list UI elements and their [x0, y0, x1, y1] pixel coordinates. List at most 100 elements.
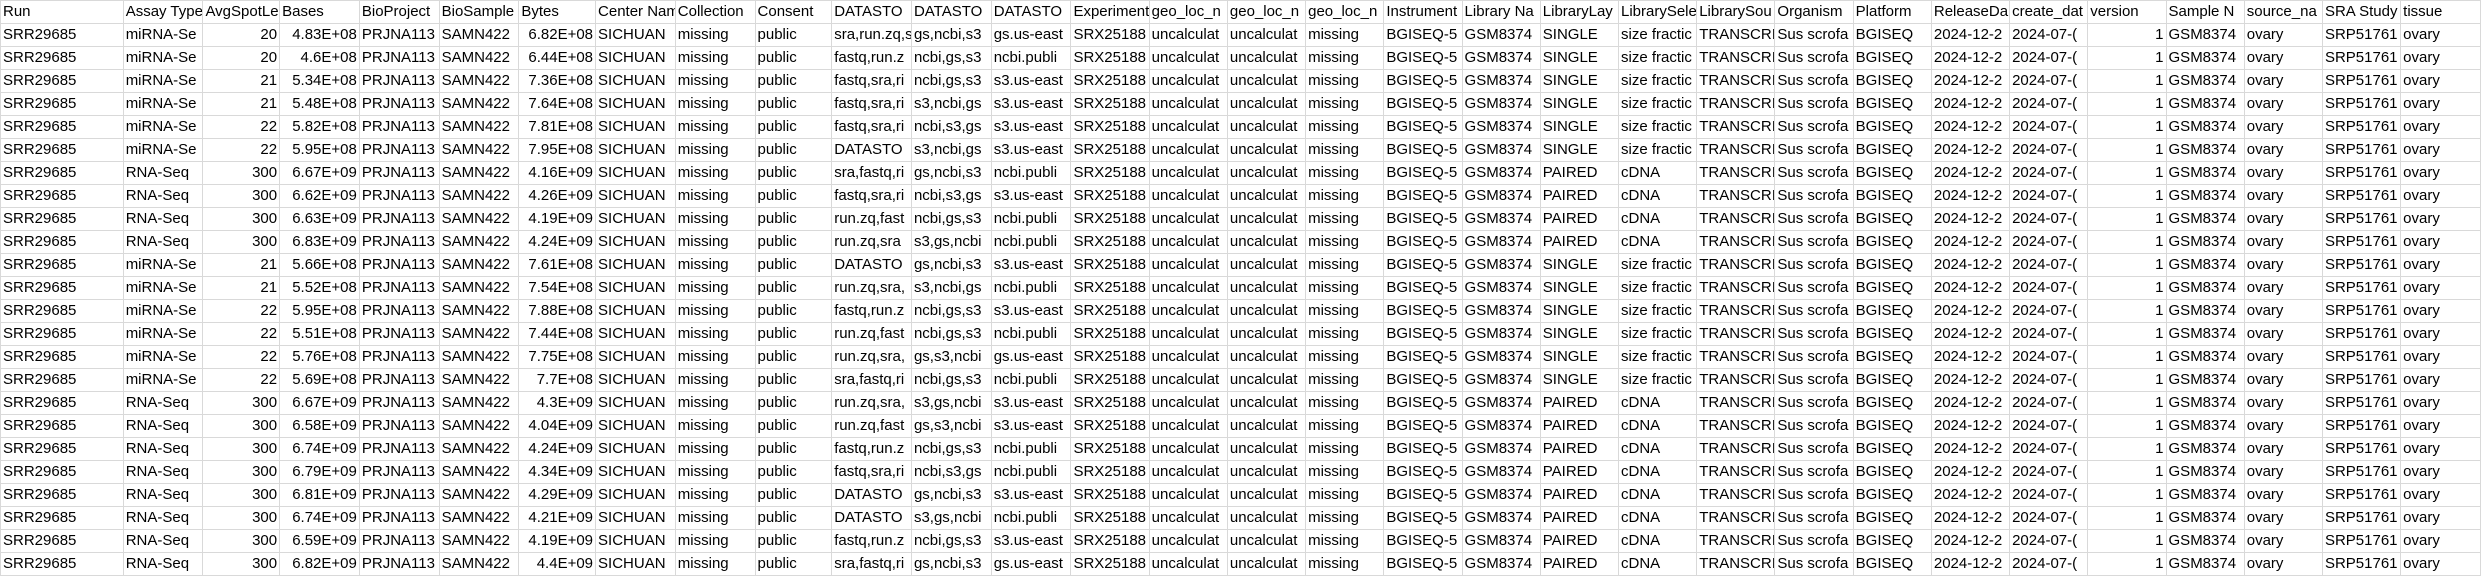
table-cell[interactable]: SICHUAN — [595, 529, 676, 553]
table-cell[interactable]: missing — [674, 23, 756, 47]
table-cell[interactable]: SICHUAN — [595, 506, 676, 530]
table-cell[interactable]: ncbi.publi — [990, 506, 1072, 530]
table-cell[interactable]: 2024-12-2 — [1930, 345, 2011, 369]
table-cell[interactable]: 2024-07-( — [2009, 161, 2089, 185]
table-cell[interactable]: DATASTO — [831, 506, 912, 530]
table-cell[interactable]: public — [754, 506, 833, 530]
table-cell[interactable]: SRX25188 — [1070, 115, 1150, 139]
table-cell[interactable]: s3.us-east — [990, 69, 1072, 93]
table-cell[interactable]: 1 — [2087, 23, 2167, 47]
table-cell[interactable]: 5.34E+08 — [279, 69, 360, 93]
table-cell[interactable]: 5.48E+08 — [279, 92, 360, 116]
table-cell[interactable]: missing — [674, 414, 756, 438]
table-cell[interactable]: 300 — [202, 414, 281, 438]
table-cell[interactable]: SRP51761 — [2321, 552, 2402, 576]
table-cell[interactable]: TRANSCRI — [1696, 69, 1776, 93]
table-cell[interactable]: BGISEQ — [1852, 414, 1932, 438]
table-cell[interactable]: missing — [1305, 161, 1385, 185]
table-cell[interactable]: BGISEQ-5 — [1383, 414, 1463, 438]
table-cell[interactable]: SRR29685 — [0, 161, 124, 185]
table-cell[interactable]: uncalculat — [1148, 437, 1228, 461]
table-cell[interactable]: uncalculat — [1226, 299, 1307, 323]
header-cell[interactable]: tissue — [2400, 0, 2481, 24]
table-cell[interactable]: PAIRED — [1539, 391, 1619, 415]
table-cell[interactable]: run.zq,fast — [831, 207, 912, 231]
table-cell[interactable]: Sus scrofa — [1774, 46, 1854, 70]
table-cell[interactable]: PRJNA113 — [358, 276, 440, 300]
table-cell[interactable]: SRP51761 — [2321, 92, 2402, 116]
table-cell[interactable]: BGISEQ — [1852, 483, 1932, 507]
table-cell[interactable]: missing — [674, 437, 756, 461]
table-cell[interactable]: missing — [674, 115, 756, 139]
table-cell[interactable]: 2024-12-2 — [1930, 437, 2011, 461]
table-cell[interactable]: 1 — [2087, 506, 2167, 530]
table-cell[interactable]: PRJNA113 — [358, 460, 440, 484]
table-cell[interactable]: 22 — [202, 115, 281, 139]
table-cell[interactable]: public — [754, 299, 833, 323]
table-cell[interactable]: PRJNA113 — [358, 161, 440, 185]
table-cell[interactable]: 1 — [2087, 460, 2167, 484]
table-cell[interactable]: SRR29685 — [0, 46, 124, 70]
table-cell[interactable]: PRJNA113 — [358, 529, 440, 553]
table-cell[interactable]: 4.19E+09 — [518, 529, 597, 553]
table-cell[interactable]: 21 — [202, 69, 281, 93]
table-cell[interactable]: size fractic — [1617, 115, 1698, 139]
table-cell[interactable]: SINGLE — [1539, 115, 1619, 139]
table-cell[interactable]: Sus scrofa — [1774, 552, 1854, 576]
table-cell[interactable]: GSM8374 — [2165, 506, 2245, 530]
table-cell[interactable]: GSM8374 — [2165, 230, 2245, 254]
table-cell[interactable]: 2024-07-( — [2009, 253, 2089, 277]
table-cell[interactable]: PAIRED — [1539, 552, 1619, 576]
table-cell[interactable]: missing — [1305, 414, 1385, 438]
table-cell[interactable]: 2024-12-2 — [1930, 253, 2011, 277]
header-cell[interactable]: source_na — [2243, 0, 2323, 24]
table-cell[interactable]: RNA-Seq — [122, 207, 204, 231]
table-cell[interactable]: uncalculat — [1226, 161, 1307, 185]
table-cell[interactable]: GSM8374 — [1461, 161, 1541, 185]
table-cell[interactable]: public — [754, 138, 833, 162]
table-cell[interactable]: public — [754, 391, 833, 415]
table-cell[interactable]: BGISEQ — [1852, 552, 1932, 576]
table-cell[interactable]: cDNA — [1617, 460, 1698, 484]
table-cell[interactable]: SAMN422 — [438, 230, 520, 254]
header-cell[interactable]: ReleaseDa — [1930, 0, 2011, 24]
table-cell[interactable]: 1 — [2087, 345, 2167, 369]
table-cell[interactable]: SRR29685 — [0, 322, 124, 346]
table-cell[interactable]: 6.74E+09 — [279, 437, 360, 461]
table-cell[interactable]: 7.7E+08 — [518, 368, 597, 392]
table-cell[interactable]: 300 — [202, 207, 281, 231]
table-cell[interactable]: SRP51761 — [2321, 391, 2402, 415]
table-cell[interactable]: DATASTO — [831, 483, 912, 507]
table-cell[interactable]: BGISEQ-5 — [1383, 299, 1463, 323]
table-cell[interactable]: SINGLE — [1539, 322, 1619, 346]
table-cell[interactable]: ovary — [2400, 299, 2481, 323]
table-cell[interactable]: cDNA — [1617, 230, 1698, 254]
table-cell[interactable]: 22 — [202, 345, 281, 369]
table-cell[interactable]: s3.us-east — [990, 529, 1072, 553]
table-cell[interactable]: GSM8374 — [1461, 483, 1541, 507]
table-cell[interactable]: 300 — [202, 483, 281, 507]
table-cell[interactable]: 7.36E+08 — [518, 69, 597, 93]
table-cell[interactable]: 1 — [2087, 414, 2167, 438]
table-cell[interactable]: missing — [674, 161, 756, 185]
table-cell[interactable]: ncbi,s3,gs — [910, 184, 992, 208]
table-cell[interactable]: 4.24E+09 — [518, 437, 597, 461]
table-cell[interactable]: SRX25188 — [1070, 23, 1150, 47]
table-cell[interactable]: run.zq,sra, — [831, 391, 912, 415]
table-cell[interactable]: PAIRED — [1539, 483, 1619, 507]
table-cell[interactable]: miRNA-Se — [122, 276, 204, 300]
table-cell[interactable]: SRX25188 — [1070, 230, 1150, 254]
table-cell[interactable]: GSM8374 — [2165, 414, 2245, 438]
table-cell[interactable]: SRR29685 — [0, 207, 124, 231]
table-cell[interactable]: 300 — [202, 391, 281, 415]
table-cell[interactable]: TRANSCRI — [1696, 368, 1776, 392]
table-cell[interactable]: PRJNA113 — [358, 483, 440, 507]
table-cell[interactable]: fastq,sra,ri — [831, 69, 912, 93]
table-cell[interactable]: ncbi.publi — [990, 368, 1072, 392]
table-cell[interactable]: public — [754, 92, 833, 116]
table-cell[interactable]: 2024-07-( — [2009, 460, 2089, 484]
table-cell[interactable]: GSM8374 — [2165, 299, 2245, 323]
table-cell[interactable]: SRX25188 — [1070, 69, 1150, 93]
table-cell[interactable]: BGISEQ — [1852, 529, 1932, 553]
table-cell[interactable]: SRP51761 — [2321, 414, 2402, 438]
